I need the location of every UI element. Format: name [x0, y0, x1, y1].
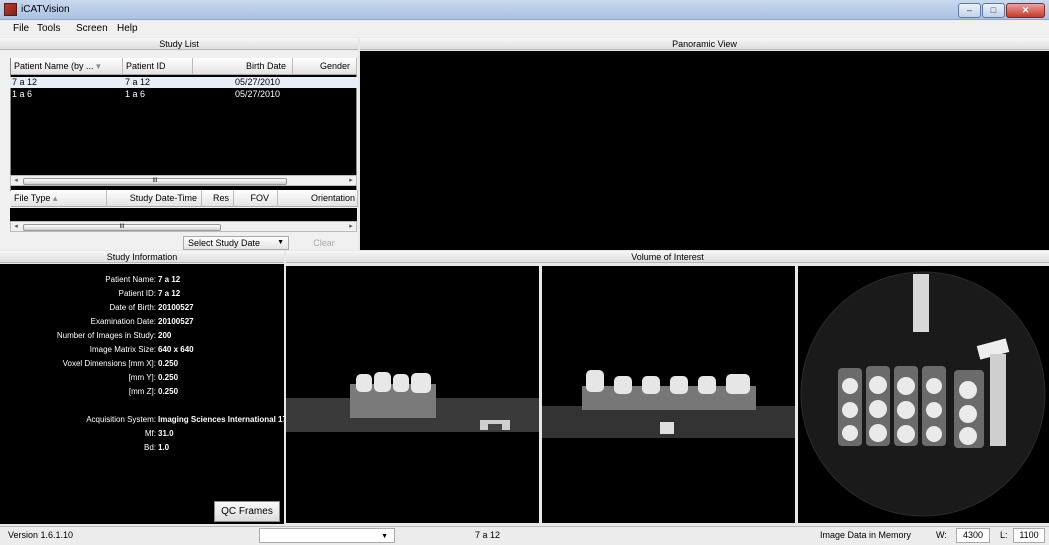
scroll-thumb[interactable]: III [23, 178, 287, 185]
window-level-label: L: [1000, 530, 1008, 540]
field-label: Patient Name: [105, 275, 156, 284]
column-header-gender[interactable]: Gender [293, 58, 357, 75]
window-width-label: W: [936, 530, 947, 540]
window-title: iCATVision [21, 4, 70, 15]
menu-help[interactable]: Help [117, 23, 138, 34]
cell-patient-id: 1 a 6 [125, 89, 146, 99]
scroll-right-arrow-icon[interactable]: ▸ [346, 222, 356, 231]
field-value: 640 x 640 [158, 345, 194, 354]
study-list-hscrollbar[interactable]: ◂ III ▸ [10, 175, 357, 186]
menu-file[interactable]: File [13, 23, 29, 34]
file-list-hscrollbar[interactable]: ◂ III ▸ [10, 221, 357, 232]
field-label: Patient ID: [118, 289, 156, 298]
field-value: 7 a 12 [158, 289, 181, 298]
field-label: Voxel Dimensions [mm X]: [62, 359, 156, 368]
field-value: 0.250 [158, 373, 179, 382]
field-value: 200 [158, 331, 172, 340]
cell-patient-name: 7 a 12 [12, 77, 38, 87]
field-label: Mf: [144, 429, 156, 438]
field-value: 1.0 [158, 443, 170, 452]
table-row[interactable]: 1 a 6 1 a 6 05/27/2010 [10, 89, 357, 100]
field-value: 20100527 [158, 303, 194, 312]
column-header-orientation[interactable]: Orientation [278, 190, 358, 207]
column-header-birth-date[interactable]: Birth Date [193, 58, 293, 75]
scroll-left-arrow-icon[interactable]: ◂ [11, 222, 21, 231]
field-value: 20100527 [158, 317, 194, 326]
voi-viewport-front[interactable] [286, 266, 539, 523]
window-width-field[interactable]: 4300 [956, 528, 990, 543]
chevron-down-icon: ▼ [381, 533, 388, 540]
panoramic-viewport[interactable] [360, 51, 1049, 250]
column-header-patient-name[interactable]: Patient Name (by ... ▾ [11, 58, 123, 75]
field-label: [mm Y]: [128, 373, 156, 382]
window-level-field[interactable]: 1100 [1013, 528, 1045, 543]
field-label: Bd: [143, 443, 156, 452]
voi-viewport-side[interactable] [542, 266, 795, 523]
field-label: Acquisition System: [86, 415, 156, 424]
column-header-file-type[interactable]: File Type ▴ [11, 190, 107, 207]
scroll-left-arrow-icon[interactable]: ◂ [11, 176, 21, 185]
voi-viewport-axial[interactable] [798, 266, 1049, 523]
current-patient-label: 7 a 12 [475, 530, 501, 540]
menu-bar [0, 20, 1049, 37]
column-header-study-date-time[interactable]: Study Date-Time [107, 190, 202, 207]
menu-screen[interactable]: Screen [76, 23, 108, 34]
field-value: 0.250 [158, 387, 179, 396]
field-label: Date of Birth: [109, 303, 156, 312]
study-list-header: Study List [0, 38, 358, 50]
cell-patient-name: 1 a 6 [12, 89, 33, 99]
field-value: Imaging Sciences International 17 [158, 415, 284, 424]
qc-frames-button[interactable]: QC Frames [214, 501, 280, 522]
teeth-axial-view-image [800, 271, 1046, 517]
file-list [10, 208, 357, 221]
cell-patient-id: 7 a 12 [125, 77, 151, 87]
field-value: 7 a 12 [158, 275, 181, 284]
panoramic-view-header: Panoramic View [360, 38, 1049, 50]
column-header-fov[interactable]: FOV [234, 190, 278, 207]
field-label: Number of Images in Study: [56, 331, 156, 340]
status-dropdown[interactable]: ▼ [259, 528, 395, 543]
maximize-button[interactable]: □ [982, 3, 1005, 18]
app-logo-icon [4, 3, 17, 16]
scroll-right-arrow-icon[interactable]: ▸ [346, 176, 356, 185]
chevron-down-icon: ▼ [277, 239, 284, 246]
scroll-thumb[interactable]: III [23, 224, 221, 231]
minimize-button[interactable]: – [958, 3, 981, 18]
menu-tools[interactable]: Tools [37, 23, 60, 34]
title-bar [0, 0, 1049, 20]
field-label: Examination Date: [90, 317, 156, 326]
clear-button[interactable]: Clear [290, 236, 358, 250]
cell-birth-date: 05/27/2010 [235, 89, 281, 99]
column-header-res[interactable]: Res [202, 190, 234, 207]
field-label: [mm Z]: [128, 387, 156, 396]
memory-status-label: Image Data in Memory [820, 530, 912, 540]
teeth-side-view-image [542, 370, 795, 438]
field-value: 31.0 [158, 429, 174, 438]
table-row[interactable]: 7 a 12 7 a 12 05/27/2010 [10, 77, 357, 88]
teeth-front-view-image [286, 372, 539, 432]
column-header-patient-id[interactable]: Patient ID [123, 58, 193, 75]
cell-birth-date: 05/27/2010 [235, 77, 281, 87]
field-value: 0.250 [158, 359, 179, 368]
select-study-date-dropdown[interactable]: Select Study Date ▼ [183, 236, 289, 250]
study-information-header: Study Information [0, 251, 284, 263]
field-label: Image Matrix Size: [89, 345, 156, 354]
version-label: Version 1.6.1.10 [8, 530, 74, 540]
volume-of-interest-header: Volume of Interest [286, 251, 1049, 263]
close-button[interactable]: ✕ [1006, 3, 1045, 18]
